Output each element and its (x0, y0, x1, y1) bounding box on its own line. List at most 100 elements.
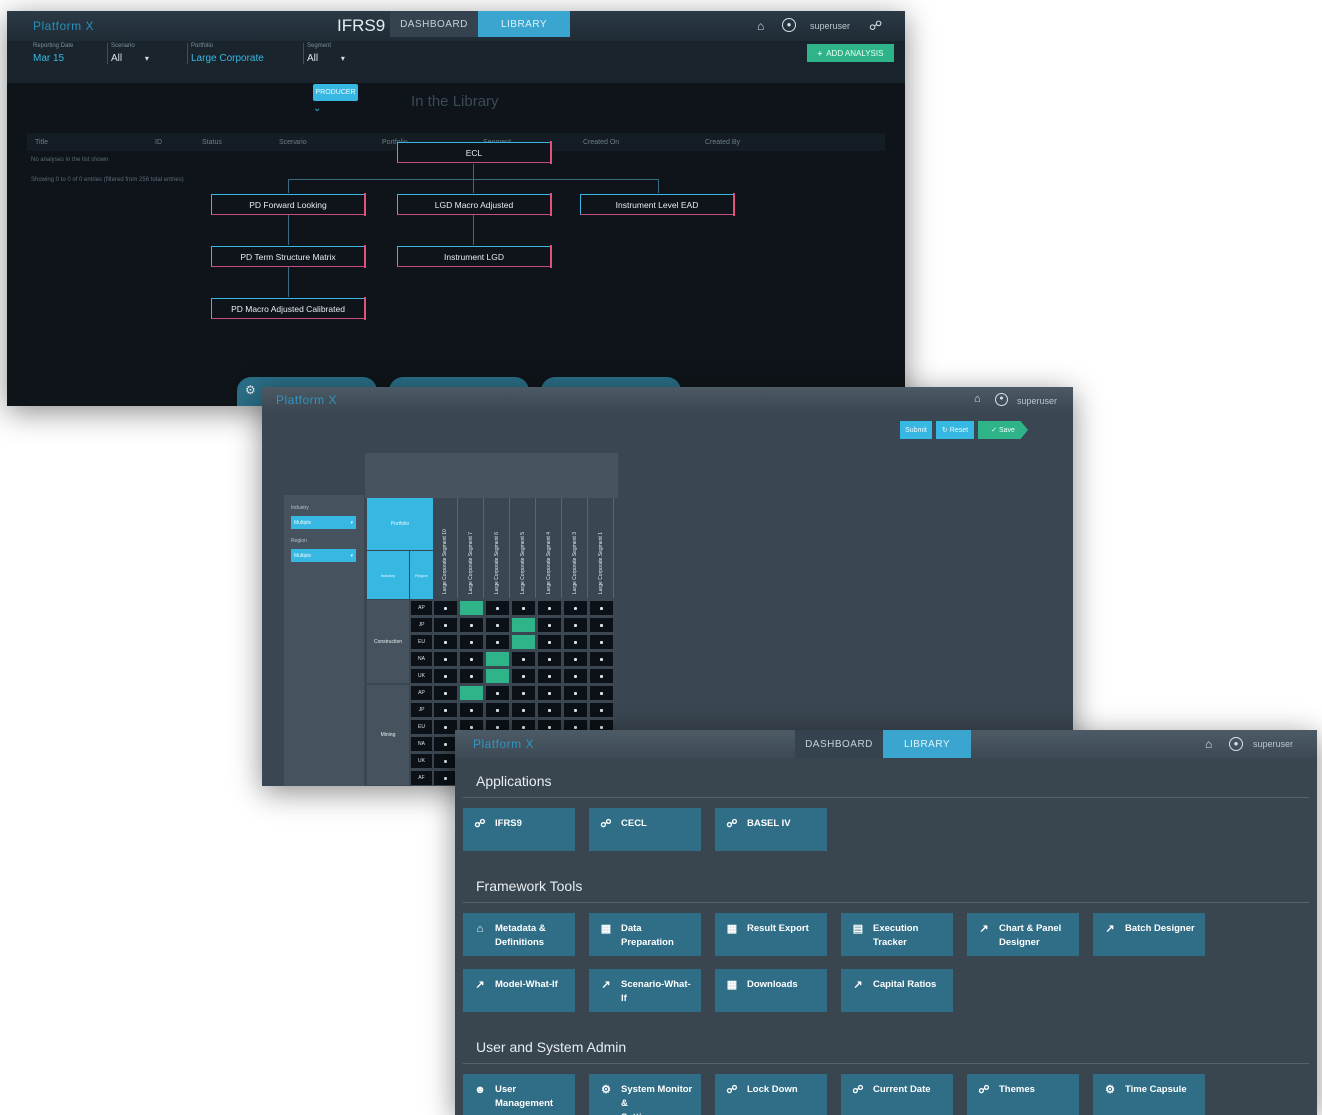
column-header[interactable]: Scenario (279, 139, 307, 146)
user-avatar-icon[interactable]: ● (1229, 737, 1243, 751)
node-pd-macro-adjusted-calibrated[interactable]: PD Macro Adjusted Calibrated (211, 297, 366, 320)
tile-result-export[interactable]: ▦ Result Export (715, 913, 827, 956)
grid-cell[interactable] (485, 685, 510, 701)
grid-cell[interactable] (563, 685, 588, 701)
link-icon[interactable]: ☍ (869, 18, 882, 34)
node-lgd-macro-adjusted[interactable]: LGD Macro Adjusted (397, 193, 552, 216)
grid-cell[interactable] (563, 702, 588, 718)
chevron-down-icon[interactable]: ⌄ (313, 103, 321, 114)
grid-column-header[interactable]: Large Corporate Segment 10 (433, 498, 458, 598)
user-avatar-icon[interactable]: ● (782, 18, 796, 32)
tile-data-preparation[interactable]: ▦ Data Preparation (589, 913, 701, 956)
grid-cell[interactable] (589, 702, 614, 718)
grid-cell[interactable] (537, 651, 562, 667)
tab-library[interactable]: LIBRARY (478, 11, 570, 37)
tile-batch-designer[interactable]: ↗ Batch Designer (1093, 913, 1205, 956)
grid-cell[interactable] (589, 668, 614, 684)
grid-cell[interactable] (511, 668, 536, 684)
tile-system-monitor-settings[interactable]: ⚙ System Monitor & Settings (589, 1074, 701, 1115)
grid-column-header[interactable]: Large Corporate Segment 5 (511, 498, 536, 598)
column-header[interactable]: Status (202, 139, 222, 146)
grid-column-header[interactable]: Large Corporate Segment 4 (537, 498, 562, 598)
column-header[interactable]: Created On (583, 139, 619, 146)
grid-cell[interactable] (563, 651, 588, 667)
grid-cell[interactable] (485, 600, 510, 616)
grid-cell[interactable] (563, 600, 588, 616)
tile-current-date[interactable]: ☍ Current Date (841, 1074, 953, 1115)
grid-cell[interactable] (511, 600, 536, 616)
username[interactable]: superuser (810, 21, 850, 31)
region-select[interactable]: Multiple ▾ (291, 549, 356, 562)
grid-cell[interactable] (459, 685, 484, 701)
submit-button[interactable]: Submit (900, 421, 932, 439)
filter-segment[interactable]: Segment All ▾ (303, 43, 345, 64)
tab-library[interactable]: LIBRARY (883, 730, 971, 758)
add-analysis-button[interactable]: + ADD ANALYSIS (807, 44, 894, 62)
grid-column-header[interactable]: Large Corporate Segment 7 (459, 498, 484, 598)
tile-themes[interactable]: ☍ Themes (967, 1074, 1079, 1115)
home-icon[interactable]: ⌂ (974, 393, 981, 405)
tile-basel-iv[interactable]: ☍ BASEL IV (715, 808, 827, 851)
grid-cell[interactable] (589, 617, 614, 633)
grid-cell[interactable] (433, 651, 458, 667)
grid-cell[interactable] (433, 634, 458, 650)
node-pd-term-structure-matrix[interactable]: PD Term Structure Matrix (211, 245, 366, 268)
grid-cell[interactable] (589, 685, 614, 701)
tab-dashboard[interactable]: DASHBOARD (795, 730, 883, 758)
grid-cell[interactable] (563, 668, 588, 684)
grid-column-header[interactable]: Large Corporate Segment 3 (563, 498, 588, 598)
grid-cell[interactable] (485, 702, 510, 718)
node-pd-forward-looking[interactable]: PD Forward Looking (211, 193, 366, 216)
filter-reporting-date[interactable]: Reporting Date Mar 15 (33, 43, 73, 64)
tile-capital-ratios[interactable]: ↗ Capital Ratios (841, 969, 953, 1012)
tile-model-what-if[interactable]: ↗ Model-What-If (463, 969, 575, 1012)
grid-cell[interactable] (589, 651, 614, 667)
grid-cell[interactable] (433, 668, 458, 684)
grid-cell[interactable] (563, 634, 588, 650)
grid-cell[interactable] (459, 634, 484, 650)
grid-cell[interactable] (537, 634, 562, 650)
grid-cell[interactable] (433, 600, 458, 616)
grid-cell[interactable] (589, 600, 614, 616)
grid-cell[interactable] (485, 634, 510, 650)
grid-cell[interactable] (511, 651, 536, 667)
grid-cell[interactable] (537, 685, 562, 701)
username[interactable]: superuser (1017, 396, 1057, 406)
tile-ifrs9[interactable]: ☍ IFRS9 (463, 808, 575, 851)
column-header[interactable]: Title (35, 139, 48, 146)
tile-scenario-what-if[interactable]: ↗ Scenario-What-If (589, 969, 701, 1012)
grid-cell[interactable] (485, 617, 510, 633)
node-instrument-lgd[interactable]: Instrument LGD (397, 245, 552, 268)
grid-cell[interactable] (537, 600, 562, 616)
grid-cell[interactable] (537, 702, 562, 718)
tile-user-management[interactable]: ☻ User Management (463, 1074, 575, 1115)
tile-execution-tracker[interactable]: ▤ Execution Tracker (841, 913, 953, 956)
grid-cell[interactable] (433, 617, 458, 633)
grid-column-header[interactable]: Large Corporate Segment 6 (485, 498, 510, 598)
grid-cell[interactable] (511, 685, 536, 701)
grid-cell[interactable] (511, 617, 536, 633)
column-header[interactable]: Created By (705, 139, 740, 146)
tile-downloads[interactable]: ▦ Downloads (715, 969, 827, 1012)
filter-portfolio[interactable]: Portfolio Large Corporate (187, 43, 264, 64)
industry-select[interactable]: Multiple ▾ (291, 516, 356, 529)
home-icon[interactable]: ⌂ (757, 19, 764, 33)
tile-time-capsule[interactable]: ⚙ Time Capsule (1093, 1074, 1205, 1115)
grid-cell[interactable] (459, 651, 484, 667)
grid-column-header[interactable]: Large Corporate Segment 1 (589, 498, 614, 598)
grid-cell[interactable] (511, 702, 536, 718)
home-icon[interactable]: ⌂ (1205, 737, 1212, 751)
tile-cecl[interactable]: ☍ CECL (589, 808, 701, 851)
username[interactable]: superuser (1253, 739, 1293, 749)
save-button[interactable]: ✓ Save (978, 421, 1028, 439)
tile-metadata-definitions[interactable]: ⌂ Metadata & Definitions (463, 913, 575, 956)
grid-cell[interactable] (459, 702, 484, 718)
grid-cell[interactable] (537, 668, 562, 684)
grid-cell[interactable] (433, 685, 458, 701)
tile-chart-panel-designer[interactable]: ↗ Chart & Panel Designer (967, 913, 1079, 956)
grid-cell[interactable] (459, 600, 484, 616)
grid-cell[interactable] (485, 651, 510, 667)
node-ecl[interactable]: ECL (397, 141, 552, 164)
grid-cell[interactable] (433, 702, 458, 718)
tile-lock-down[interactable]: ☍ Lock Down (715, 1074, 827, 1115)
